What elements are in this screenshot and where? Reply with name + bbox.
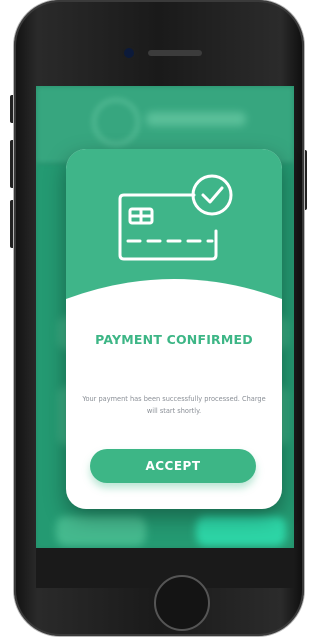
credit-card-check-icon (118, 174, 233, 261)
blurred-app-logo (92, 98, 140, 146)
dialog-header-wave (66, 279, 282, 329)
dialog-message: Your payment has been successfully proce… (82, 395, 266, 415)
payment-confirmed-dialog: PAYMENT CONFIRMED Your payment has been … (66, 149, 282, 509)
blurred-app-button (56, 516, 146, 546)
dialog-title: PAYMENT CONFIRMED (95, 332, 253, 347)
front-camera (124, 48, 134, 58)
blurred-app-button (196, 516, 286, 546)
home-button[interactable] (154, 575, 210, 631)
accept-button[interactable]: ACCEPT (90, 449, 256, 483)
blurred-app-title (146, 112, 246, 126)
speaker-grille (148, 50, 202, 56)
